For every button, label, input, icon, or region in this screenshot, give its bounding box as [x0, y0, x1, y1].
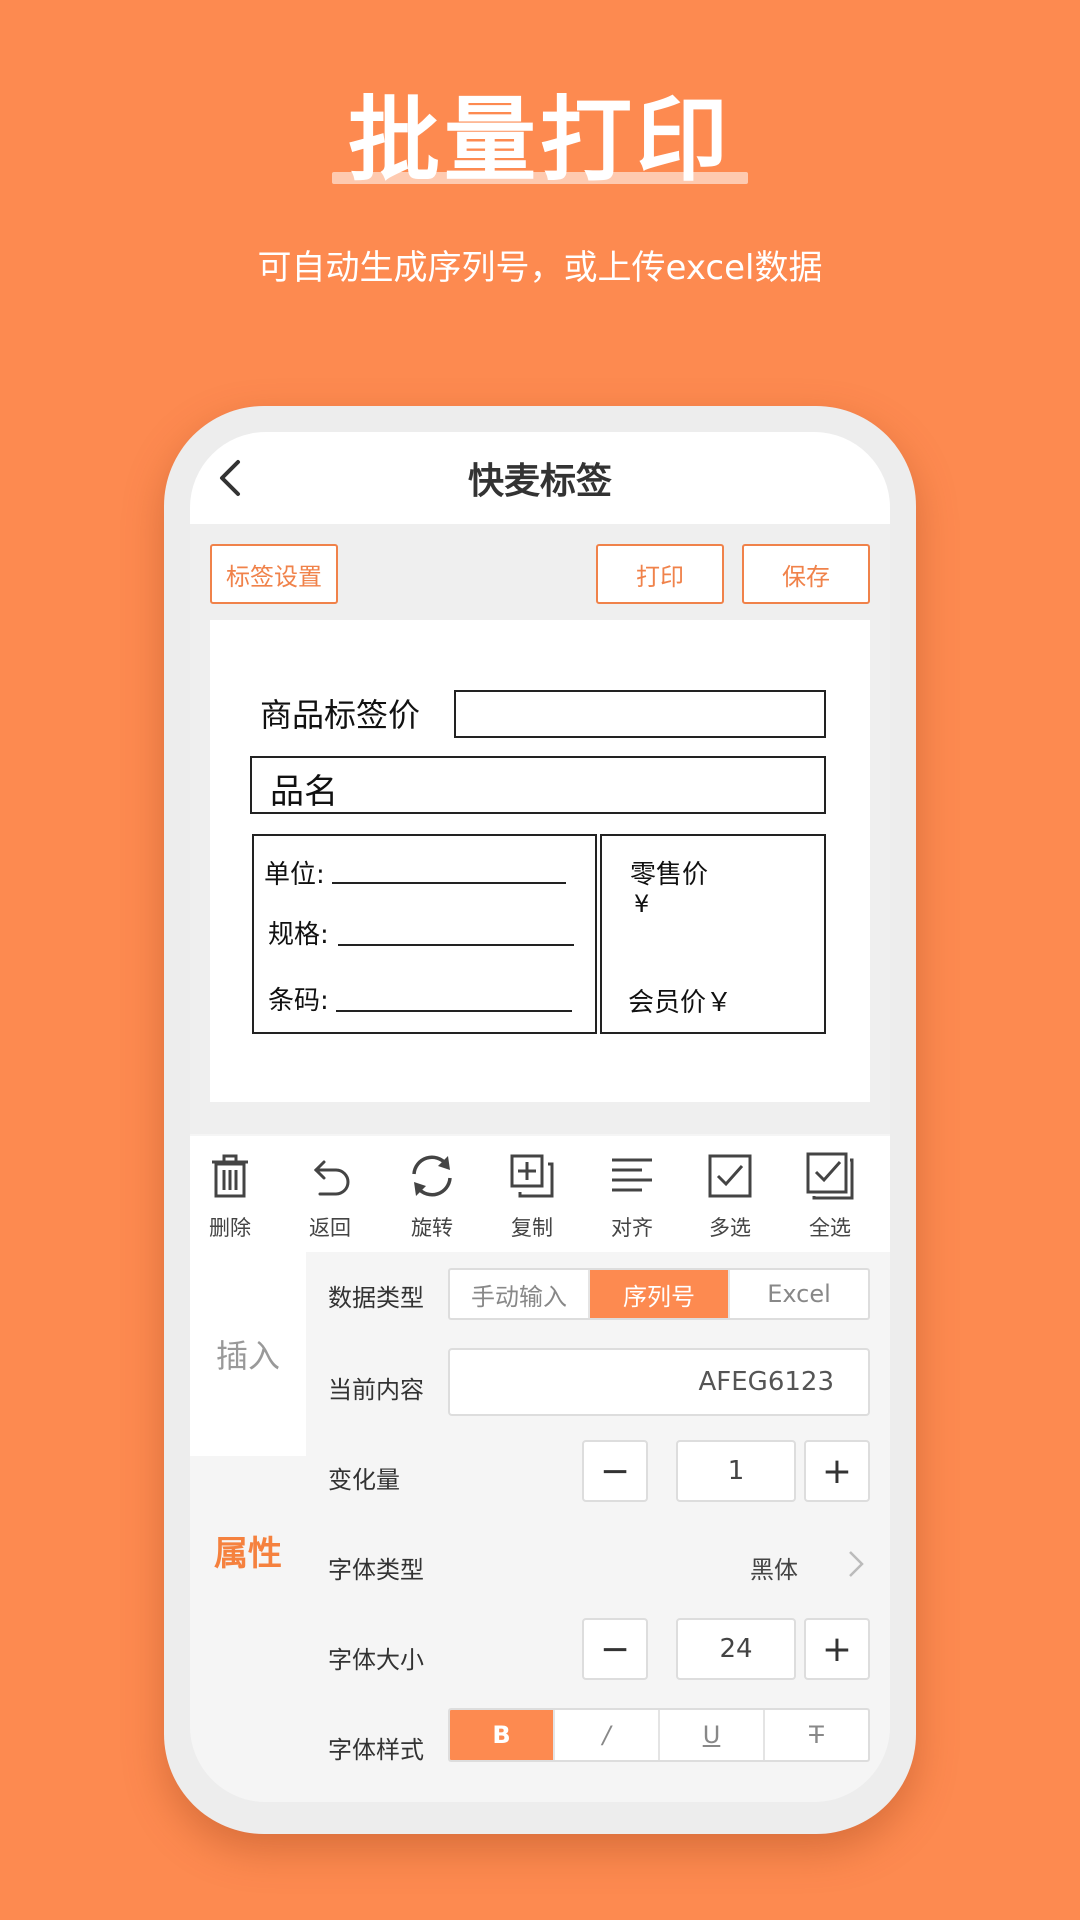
copy-tool[interactable]: 复制 — [492, 1150, 572, 1242]
font-size-minus-button[interactable]: − — [582, 1618, 648, 1680]
font-type-value[interactable]: 黑体 — [750, 1550, 798, 1585]
print-button[interactable]: 打印 — [596, 544, 724, 604]
trash-icon — [212, 1154, 248, 1198]
copy-icon — [510, 1154, 554, 1198]
increment-label: 变化量 — [328, 1466, 400, 1494]
tab-attributes[interactable]: 属性 — [190, 1526, 306, 1575]
font-style-label: 字体样式 — [328, 1736, 424, 1764]
font-style-strikethrough[interactable]: T — [763, 1710, 868, 1760]
rotate-icon — [412, 1155, 452, 1197]
font-type-label: 字体类型 — [328, 1556, 424, 1584]
tab-insert[interactable]: 插入 — [190, 1252, 306, 1456]
current-content-field[interactable]: AFEG6123 — [448, 1348, 870, 1416]
property-panel: 插入 属性 数据类型 手动输入 序列号 Excel 当前内容 AFEG6123 … — [190, 1252, 890, 1802]
edit-toolbar: 删除 返回 旋转 复制 对齐 多选 全选 — [190, 1136, 890, 1252]
promo-subtitle: 可自动生成序列号，或上传excel数据 — [257, 248, 823, 288]
font-style-italic[interactable]: / — [553, 1710, 658, 1760]
chevron-right-icon[interactable] — [840, 1546, 870, 1582]
data-type-option-excel[interactable]: Excel — [728, 1270, 868, 1318]
font-style-bold[interactable]: B — [450, 1710, 553, 1760]
tool-label: 对齐 — [611, 1216, 653, 1240]
barcode-text[interactable]: 条码: — [268, 980, 329, 1017]
font-size-plus-button[interactable]: + — [804, 1618, 870, 1680]
font-style-underline[interactable]: U — [658, 1710, 763, 1760]
data-type-option-serial[interactable]: 序列号 — [588, 1270, 728, 1318]
align-icon — [612, 1158, 652, 1192]
spec-text[interactable]: 规格: — [268, 914, 329, 951]
current-content-label: 当前内容 — [328, 1376, 424, 1404]
page-title: 快麦标签 — [467, 461, 612, 502]
barcode-line — [336, 1010, 572, 1012]
save-button[interactable]: 保存 — [742, 544, 870, 604]
tool-label: 返回 — [309, 1216, 351, 1240]
app-screen: 快麦标签 标签设置 打印 保存 商品标签价 品名 单位: 规格: 条码: 零售价 — [190, 432, 890, 1802]
font-size-label: 字体大小 — [328, 1646, 424, 1674]
delete-tool[interactable]: 删除 — [190, 1150, 270, 1242]
tool-label: 复制 — [511, 1216, 553, 1240]
tool-label: 旋转 — [411, 1216, 453, 1240]
multi-select-tool[interactable]: 多选 — [690, 1150, 770, 1242]
title-underline — [332, 172, 748, 184]
increment-value[interactable]: 1 — [676, 1440, 796, 1502]
spec-line — [338, 944, 574, 946]
price-title-text[interactable]: 商品标签价 — [260, 690, 420, 736]
data-type-option-manual[interactable]: 手动输入 — [450, 1270, 588, 1318]
tool-label: 全选 — [809, 1216, 851, 1240]
unit-line — [332, 882, 566, 884]
font-size-value[interactable]: 24 — [676, 1618, 796, 1680]
rotate-tool[interactable]: 旋转 — [392, 1150, 472, 1242]
nav-bar: 快麦标签 — [190, 432, 890, 524]
name-text[interactable]: 品名 — [270, 764, 338, 813]
retail-price-text[interactable]: 零售价 — [630, 854, 708, 891]
phone-frame: 快麦标签 标签设置 打印 保存 商品标签价 品名 单位: 规格: 条码: 零售价 — [164, 406, 916, 1834]
select-all-tool[interactable]: 全选 — [790, 1150, 870, 1242]
label-preview[interactable]: 商品标签价 品名 单位: 规格: 条码: 零售价 ¥ 会员价￥ — [210, 620, 870, 1102]
checkbox-icon — [708, 1154, 752, 1198]
currency-text[interactable]: ¥ — [634, 890, 649, 918]
data-type-selector: 手动输入 序列号 Excel — [448, 1268, 870, 1320]
unit-text[interactable]: 单位: — [264, 854, 325, 891]
font-style-selector: B / U T — [448, 1708, 870, 1762]
align-tool[interactable]: 对齐 — [592, 1150, 672, 1242]
undo-icon — [313, 1160, 350, 1196]
undo-tool[interactable]: 返回 — [290, 1150, 370, 1242]
data-type-label: 数据类型 — [328, 1284, 424, 1312]
canvas-area: 标签设置 打印 保存 商品标签价 品名 单位: 规格: 条码: 零售价 ¥ 会员… — [190, 524, 890, 1134]
tool-label: 删除 — [209, 1216, 251, 1240]
increment-plus-button[interactable]: + — [804, 1440, 870, 1502]
label-settings-button[interactable]: 标签设置 — [210, 544, 338, 604]
member-price-text[interactable]: 会员价￥ — [628, 982, 732, 1019]
price-input-box[interactable] — [454, 690, 826, 738]
select-all-icon — [806, 1152, 854, 1200]
tool-label: 多选 — [709, 1216, 751, 1240]
increment-minus-button[interactable]: − — [582, 1440, 648, 1502]
